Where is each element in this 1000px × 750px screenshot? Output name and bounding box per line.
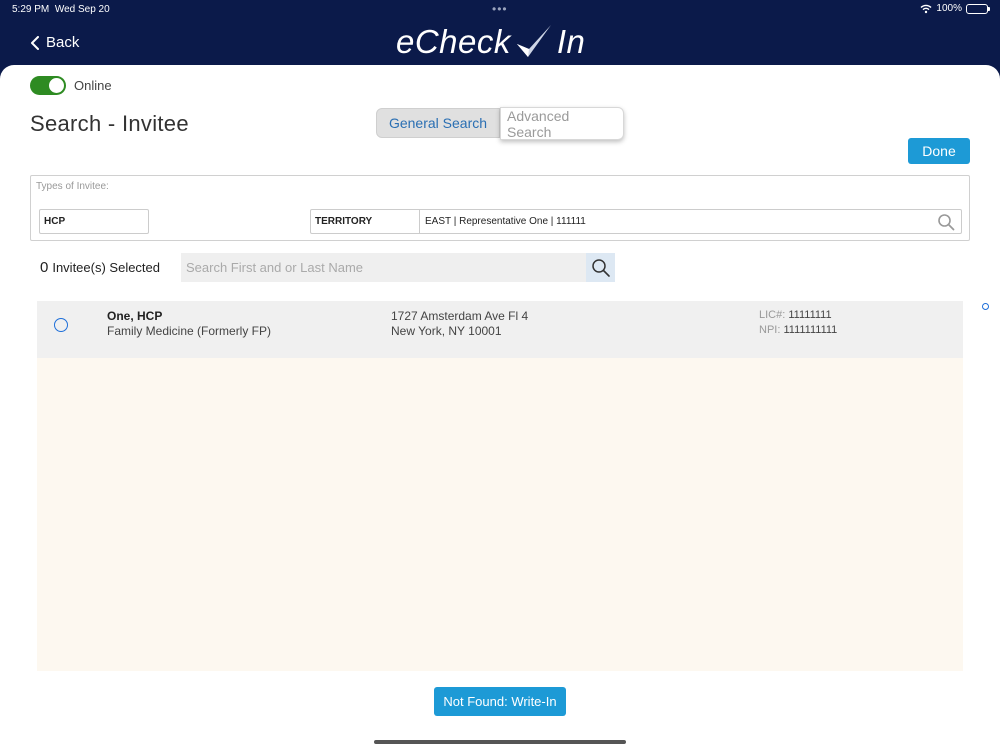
logo-text-right: In <box>556 23 586 60</box>
lic-label: LIC#: <box>759 309 786 321</box>
territory-select[interactable]: TERRITORY <box>310 209 420 234</box>
nav-bar: Back eCheck In <box>0 20 1000 66</box>
write-in-button[interactable]: Not Found: Write-In <box>434 687 566 716</box>
checkmark-icon <box>516 25 551 57</box>
online-toggle-row: Online <box>30 76 112 95</box>
lic-value: 11111111 <box>788 309 832 321</box>
status-bar: 5:29 PM Wed Sep 20 ••• 100% <box>0 0 1000 20</box>
name-search-bar <box>181 253 615 282</box>
invitee-type-select[interactable]: HCP <box>39 209 149 234</box>
invitee-lic: LIC#: 11111111 <box>759 309 832 321</box>
selected-count-label: Invitee(s) Selected <box>52 260 161 275</box>
main-sheet: Online Search - Invitee General Search A… <box>0 65 1000 750</box>
name-search-button[interactable] <box>586 253 615 282</box>
chevron-left-icon <box>31 35 39 50</box>
echeckin-logo: eCheck In <box>396 22 585 62</box>
selected-count-number: 0 <box>40 259 49 276</box>
wifi-icon <box>920 4 932 13</box>
invitee-filter-panel: Types of Invitee: HCP TERRITORY EAST | R… <box>30 175 970 241</box>
invitee-name: One, HCP <box>107 309 163 323</box>
name-search-input[interactable] <box>181 253 585 282</box>
home-indicator[interactable] <box>374 740 626 744</box>
back-button[interactable]: Back <box>30 34 79 51</box>
npi-value: 1111111111 <box>783 324 838 336</box>
selected-count: 0 Invitee(s) Selected <box>40 259 160 276</box>
status-right: 100% <box>920 3 990 14</box>
invitee-row[interactable]: One, HCP Family Medicine (Formerly FP) 1… <box>37 301 963 358</box>
types-of-invitee-label: Types of Invitee: <box>36 181 109 192</box>
invitee-npi: NPI: 1111111111 <box>759 324 837 336</box>
search-mode-tabs: General Search Advanced Search <box>376 107 624 140</box>
battery-icon <box>966 3 990 14</box>
invitee-specialty: Family Medicine (Formerly FP) <box>107 324 272 338</box>
status-time: 5:29 PM Wed Sep 20 <box>12 4 110 15</box>
online-label: Online <box>74 78 112 93</box>
status-date-text: Wed Sep 20 <box>54 4 110 15</box>
side-index-dot[interactable] <box>982 303 989 310</box>
back-label: Back <box>46 34 80 51</box>
tab-advanced-search[interactable]: Advanced Search <box>500 107 624 140</box>
npi-label: NPI: <box>759 324 781 336</box>
toggle-knob <box>49 78 64 93</box>
battery-percent: 100% <box>936 3 962 14</box>
online-toggle[interactable] <box>30 76 66 95</box>
done-button[interactable]: Done <box>908 138 970 164</box>
tab-general-search[interactable]: General Search <box>376 108 500 138</box>
invitee-list: One, HCP Family Medicine (Formerly FP) 1… <box>37 301 963 671</box>
logo-text-left: eCheck <box>396 23 511 60</box>
invitee-address-line2: New York, NY 10001 <box>391 324 502 338</box>
invitee-address-line1: 1727 Amsterdam Ave Fl 4 <box>391 309 529 323</box>
territory-value-text: EAST | Representative One | 111111 <box>425 216 586 227</box>
page-title: Search - Invitee <box>30 111 189 136</box>
multitask-dots-icon[interactable]: ••• <box>492 2 508 16</box>
search-icon[interactable] <box>937 213 955 231</box>
invitee-select-radio[interactable] <box>54 318 68 332</box>
search-icon <box>591 258 610 277</box>
status-time-text: 5:29 PM <box>12 4 50 15</box>
territory-value-field[interactable]: EAST | Representative One | 111111 <box>420 209 962 234</box>
